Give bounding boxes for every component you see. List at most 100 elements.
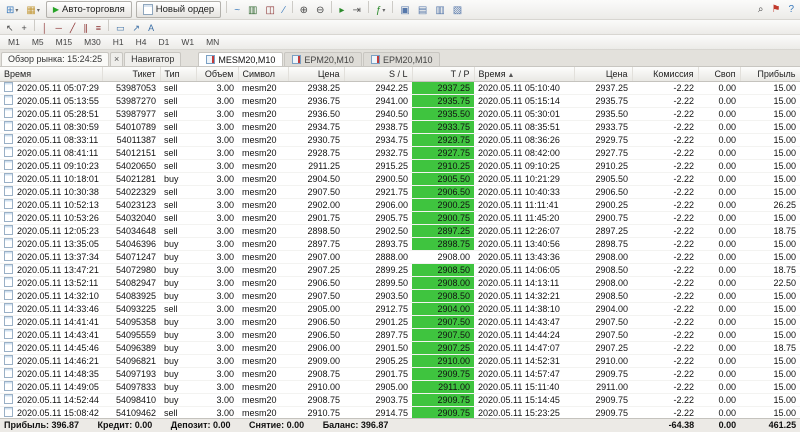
auto-trading-button[interactable]: ▶ Авто-торговля bbox=[45, 1, 132, 18]
column-header-5[interactable]: Цена bbox=[288, 67, 345, 82]
timeframe-mn-button[interactable]: MN bbox=[201, 36, 224, 49]
table-row[interactable]: 2020.05.11 14:32:10 54083925 buy 3.00 mesm20… bbox=[0, 289, 800, 303]
cascade-windows-icon[interactable]: ▣ bbox=[397, 2, 412, 19]
arrows-icon[interactable]: ↗ bbox=[130, 22, 144, 36]
text-label-icon[interactable]: A bbox=[145, 22, 157, 36]
table-row[interactable]: 2020.05.11 05:28:51 53987977 sell 3.00 mesm2… bbox=[0, 107, 800, 121]
column-header-8[interactable]: Время ▲ bbox=[474, 67, 575, 82]
cell-0: 2020.05.11 05:07:29 bbox=[0, 82, 102, 95]
line-chart-icon[interactable]: ∕ bbox=[280, 2, 288, 19]
table-row[interactable]: 2020.05.11 05:07:29 53987053 sell 3.00 mesm2… bbox=[0, 82, 800, 95]
parallel-channel-icon[interactable]: ∥ bbox=[80, 22, 91, 36]
cell-3: 3.00 bbox=[196, 82, 238, 95]
cell-11: 0.00 bbox=[698, 302, 740, 316]
tile-horizontally-icon[interactable]: ▤ bbox=[415, 2, 430, 19]
column-header-0[interactable]: Время bbox=[0, 67, 103, 82]
timeframe-m5-button[interactable]: M5 bbox=[27, 36, 49, 49]
tab-market-watch[interactable]: Обзор рынка: 15:24:25 bbox=[1, 52, 110, 66]
table-row[interactable]: 2020.05.11 15:08:42 54109462 sell 3.00 mesm2… bbox=[0, 406, 800, 418]
close-icon[interactable]: × bbox=[110, 52, 124, 66]
trendline-icon[interactable]: ╱ bbox=[67, 22, 78, 36]
column-header-9[interactable]: Цена bbox=[574, 67, 633, 82]
search-icon[interactable]: ⌕ bbox=[755, 1, 767, 18]
tab-navigator[interactable]: Навигатор bbox=[124, 52, 182, 66]
cell-4: mesm20 bbox=[238, 263, 288, 277]
table-row[interactable]: 2020.05.11 08:30:59 54010789 sell 3.00 mesm2… bbox=[0, 120, 800, 134]
timeframe-w1-button[interactable]: W1 bbox=[176, 36, 199, 49]
cascade-windows-icon: ▣ bbox=[400, 4, 410, 16]
table-row[interactable]: 2020.05.11 10:52:13 54023123 sell 3.00 mesm2… bbox=[0, 198, 800, 212]
summary-balances: Прибыль: 396.87 Кредит: 0.00 Депозит: 0.… bbox=[0, 418, 633, 432]
cell-3: 3.00 bbox=[196, 328, 238, 342]
chart-tab-epm20-1[interactable]: EPM20,M10 bbox=[284, 52, 362, 66]
column-header-12[interactable]: Прибыль bbox=[740, 67, 800, 82]
tile-vertically-icon[interactable]: ▥ bbox=[432, 2, 447, 19]
table-row[interactable]: 2020.05.11 13:35:05 54046396 buy 3.00 mesm20… bbox=[0, 237, 800, 251]
table-row[interactable]: 2020.05.11 14:46:21 54096821 buy 3.00 mesm20… bbox=[0, 354, 800, 368]
table-row[interactable]: 2020.05.11 10:18:01 54021281 buy 3.00 mesm20… bbox=[0, 172, 800, 186]
table-row[interactable]: 2020.05.11 10:53:26 54032040 sell 3.00 mesm2… bbox=[0, 211, 800, 225]
timeframe-m15-button[interactable]: M15 bbox=[51, 36, 78, 49]
fibonacci-icon[interactable]: ≡ bbox=[93, 22, 104, 36]
column-header-11[interactable]: Своп bbox=[698, 67, 741, 82]
vertical-line-icon[interactable]: │ bbox=[39, 22, 51, 36]
timeframe-h4-button[interactable]: H4 bbox=[131, 36, 152, 49]
tile-windows-icon[interactable]: ▧ bbox=[450, 2, 465, 19]
chart-tab-mesm20[interactable]: MESM20,M10 bbox=[198, 52, 284, 66]
auto-scroll-icon[interactable]: ▸ bbox=[336, 2, 347, 19]
timeframe-m1-button[interactable]: M1 bbox=[3, 36, 25, 49]
alerts-flag-icon[interactable]: ⚑ bbox=[768, 1, 783, 18]
table-row[interactable]: 2020.05.11 14:48:35 54097193 buy 3.00 mesm20… bbox=[0, 367, 800, 381]
table-row[interactable]: 2020.05.11 13:47:21 54072980 buy 3.00 mesm20… bbox=[0, 263, 800, 277]
table-row[interactable]: 2020.05.11 09:10:23 54020650 sell 3.00 mesm2… bbox=[0, 159, 800, 173]
help-icon[interactable]: ? bbox=[785, 1, 797, 18]
table-row[interactable]: 2020.05.11 14:49:05 54097833 buy 3.00 mesm20… bbox=[0, 380, 800, 394]
shapes-icon[interactable]: ▭ bbox=[113, 22, 128, 36]
table-row[interactable]: 2020.05.11 05:13:55 53987270 sell 3.00 mesm2… bbox=[0, 94, 800, 108]
timeframe-d1-button[interactable]: D1 bbox=[153, 36, 174, 49]
column-header-4[interactable]: Символ bbox=[238, 67, 289, 82]
column-header-1[interactable]: Тикет bbox=[102, 67, 161, 82]
timeframe-h1-button[interactable]: H1 bbox=[108, 36, 129, 49]
table-row[interactable]: 2020.05.11 14:41:41 54095358 buy 3.00 mesm20… bbox=[0, 315, 800, 329]
cell-12: 15.00 bbox=[740, 82, 800, 95]
zoom-out-icon[interactable]: ⊖ bbox=[313, 2, 327, 19]
timeframe-m30-button[interactable]: M30 bbox=[79, 36, 106, 49]
deal-icon bbox=[4, 212, 13, 222]
indicators-icon[interactable]: ƒ ▾ bbox=[373, 2, 389, 19]
table-row[interactable]: 2020.05.11 14:43:41 54095559 buy 3.00 mesm20… bbox=[0, 328, 800, 342]
cursor-icon[interactable]: ↖ bbox=[3, 22, 17, 36]
cell-0: 2020.05.11 14:45:46 bbox=[0, 341, 102, 355]
table-row[interactable]: 2020.05.11 10:30:38 54022329 sell 3.00 mesm2… bbox=[0, 185, 800, 199]
table-row[interactable]: 2020.05.11 12:05:23 54034648 sell 3.00 mesm2… bbox=[0, 224, 800, 238]
horizontal-line-icon[interactable]: ─ bbox=[52, 22, 64, 36]
table-row[interactable]: 2020.05.11 14:52:44 54098410 buy 3.00 mesm20… bbox=[0, 393, 800, 407]
chart-shift-icon[interactable]: ⇥ bbox=[349, 2, 363, 19]
table-row[interactable]: 2020.05.11 08:41:11 54012151 sell 3.00 mesm2… bbox=[0, 146, 800, 160]
history-list[interactable]: 2020.05.11 05:07:29 53987053 sell 3.00 mesm2… bbox=[0, 82, 800, 418]
open-time: 2020.05.11 10:30:38 bbox=[17, 187, 99, 197]
column-header-3[interactable]: Объем bbox=[196, 67, 239, 82]
tick-chart-icon[interactable]: ~ bbox=[231, 2, 243, 19]
column-header-6[interactable]: S / L bbox=[344, 67, 413, 82]
cell-4: mesm20 bbox=[238, 393, 288, 407]
column-header-10[interactable]: Комиссия bbox=[632, 67, 699, 82]
chart-tab-epm20-2[interactable]: EPM20,M10 bbox=[362, 52, 441, 66]
cell-2: sell bbox=[160, 302, 196, 316]
bar-chart-icon[interactable]: ▥ bbox=[245, 2, 260, 19]
table-row[interactable]: 2020.05.11 08:33:11 54011387 sell 3.00 mesm2… bbox=[0, 133, 800, 147]
table-row[interactable]: 2020.05.11 13:37:34 54071247 buy 3.00 mesm20… bbox=[0, 250, 800, 264]
table-row[interactable]: 2020.05.11 14:45:46 54096389 buy 3.00 mesm20… bbox=[0, 341, 800, 355]
tile-windows-icon: ▧ bbox=[452, 4, 463, 16]
zoom-in-icon[interactable]: ⊕ bbox=[297, 2, 311, 19]
column-header-7[interactable]: T / P bbox=[412, 67, 475, 82]
new-chart-icon[interactable]: ⊞ ▾ bbox=[3, 2, 21, 19]
column-header-2[interactable]: Тип bbox=[160, 67, 197, 82]
new-order-button[interactable]: Новый ордер bbox=[135, 1, 222, 18]
crosshair-icon[interactable]: + bbox=[19, 22, 30, 36]
table-row[interactable]: 2020.05.11 13:52:11 54082947 buy 3.00 mesm20… bbox=[0, 276, 800, 290]
cell-9: 2908.50 bbox=[574, 263, 632, 277]
profiles-icon[interactable]: ▦ ▾ bbox=[23, 2, 42, 19]
candlestick-chart-icon[interactable]: ◫ bbox=[263, 2, 278, 19]
table-row[interactable]: 2020.05.11 14:33:46 54093225 sell 3.00 mesm2… bbox=[0, 302, 800, 316]
